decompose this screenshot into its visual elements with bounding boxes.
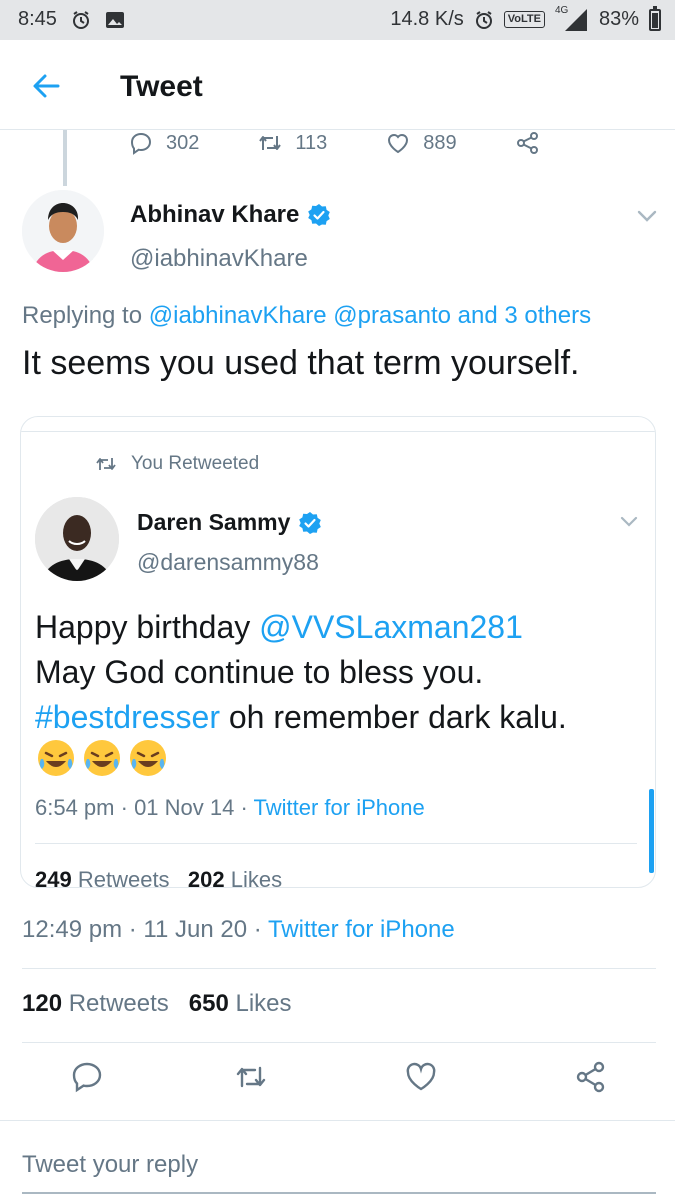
quoted-tweet-stats: 249 Retweets 202 Likes: [35, 867, 283, 888]
chevron-down-icon[interactable]: [634, 206, 660, 226]
quoted-like-count: 202: [187, 867, 225, 888]
quoted-likes-stat[interactable]: 202 Likes: [187, 867, 283, 888]
tweet-date: 11 Jun 20: [143, 916, 248, 943]
reply-bubble-icon[interactable]: [70, 1060, 104, 1094]
like-count: 650: [188, 990, 229, 1017]
status-bar: 8:45 14.8 K/s VoLTE 4G 83%: [0, 0, 675, 40]
author-name-text: Abhinav Khare: [130, 201, 300, 228]
divider: [35, 843, 637, 844]
prev-reply-button[interactable]: 302: [128, 130, 199, 156]
quoted-retweet-count: 249: [35, 867, 72, 888]
author-name[interactable]: Abhinav Khare: [130, 201, 331, 229]
retweeted-label: You Retweeted: [131, 453, 260, 474]
likes-label: Likes: [235, 990, 292, 1017]
prev-like-count: 889: [423, 131, 457, 154]
quoted-author-name-text: Daren Sammy: [137, 509, 291, 535]
tweet-meta: 12:49 pm · 11 Jun 20 · Twitter for iPhon…: [22, 916, 455, 943]
quoted-tweet-meta: 6:54 pm · 01 Nov 14 · Twitter for iPhone: [35, 795, 425, 820]
laughing-tears-emoji-icon: [38, 740, 74, 776]
verified-badge-icon: [308, 204, 331, 226]
quoted-retweets-stat[interactable]: 249 Retweets: [35, 867, 170, 888]
back-arrow-icon[interactable]: [28, 68, 64, 104]
verified-badge-icon: [299, 511, 322, 534]
retweeted-indicator: You Retweeted: [95, 453, 259, 475]
quoted-tweet-card[interactable]: You Retweeted Daren Sammy @darensammy88 …: [20, 416, 656, 888]
quoted-date: 01 Nov 14: [134, 795, 235, 820]
retweet-icon: [96, 458, 116, 470]
tweet-stats: 120 Retweets 650 Likes: [22, 990, 292, 1018]
scrollbar[interactable]: [649, 789, 654, 873]
tweet-action-bar: [0, 1060, 675, 1104]
quoted-retweets-label: Retweets: [77, 867, 170, 888]
alarm-icon: [72, 10, 89, 29]
top-app-bar: Tweet: [0, 40, 675, 130]
battery-percent: 83%: [598, 8, 639, 30]
replying-to-prefix: Replying to: [22, 302, 149, 329]
laughing-tears-emoji-icon: [130, 740, 166, 776]
retweet-icon: [259, 136, 282, 150]
divider: [22, 1042, 656, 1043]
likes-stat[interactable]: 650 Likes: [189, 990, 292, 1017]
replying-to-line: Replying to @iabhinavKhare @prasanto and…: [22, 302, 591, 330]
prev-reply-count: 302: [166, 131, 200, 154]
previous-tweet-actions: 302 113 889: [128, 128, 599, 158]
retweets-label: Retweets: [68, 990, 169, 1017]
quoted-tweet-text: Happy birthday @VVSLaxman281 May God con…: [35, 605, 645, 740]
reply-input-underline: [22, 1192, 656, 1194]
prev-share-button[interactable]: [515, 130, 541, 156]
quoted-line-2: May God continue to bless you.: [35, 654, 484, 690]
reply-input[interactable]: [0, 1140, 675, 1190]
quoted-author-avatar[interactable]: [35, 497, 119, 581]
heart-icon[interactable]: [404, 1060, 438, 1094]
prev-retweet-count: 113: [295, 131, 328, 154]
tweet-text: It seems you used that term yourself.: [22, 344, 580, 382]
thread-connector-line: [63, 130, 67, 186]
page-title: Tweet: [120, 70, 203, 103]
retweet-count: 120: [22, 990, 63, 1017]
chevron-down-icon[interactable]: [617, 513, 641, 531]
quoted-author-name[interactable]: Daren Sammy: [137, 509, 322, 536]
replying-to-mentions[interactable]: @iabhinavKhare @prasanto and 3 others: [149, 302, 591, 329]
divider: [22, 968, 656, 969]
quoted-line-3-rest: oh remember dark kalu.: [219, 699, 567, 735]
hashtag-link[interactable]: #bestdresser: [35, 699, 220, 735]
quoted-time: 6:54 pm: [35, 795, 115, 820]
share-icon[interactable]: [574, 1060, 608, 1094]
quoted-line-1-prefix: Happy birthday: [35, 609, 260, 645]
tweet-client-link[interactable]: Twitter for iPhone: [268, 916, 455, 943]
quoted-line-1: Happy birthday @VVSLaxman281: [35, 605, 645, 650]
avatar[interactable]: [22, 190, 104, 272]
quoted-likes-label: Likes: [230, 867, 283, 888]
network-speed: 14.8 K/s: [390, 8, 464, 30]
mention-link[interactable]: @VVSLaxman281: [259, 609, 523, 645]
signal-icon: 4G: [555, 5, 589, 31]
tweet-time: 12:49 pm: [22, 916, 123, 943]
retweets-stat[interactable]: 120 Retweets: [22, 990, 169, 1017]
image-notification-icon: [105, 11, 124, 28]
retweet-icon[interactable]: [234, 1060, 268, 1094]
prev-like-button[interactable]: 889: [385, 130, 457, 156]
share-icon: [516, 132, 538, 154]
alarm-icon: [475, 10, 492, 29]
emoji-row: [35, 737, 169, 779]
card-divider: [21, 431, 655, 432]
quoted-client-link[interactable]: Twitter for iPhone: [254, 795, 425, 820]
reply-bubble-icon: [130, 132, 152, 155]
battery-icon: [649, 5, 661, 31]
author-handle[interactable]: @iabhinavKhare: [130, 245, 308, 273]
heart-icon: [388, 134, 409, 154]
prev-retweet-button[interactable]: 113: [257, 130, 327, 156]
status-time: 8:45: [18, 8, 57, 30]
quoted-line-3: #bestdresser oh remember dark kalu.: [35, 695, 645, 740]
divider: [0, 1120, 675, 1121]
volte-badge: VoLTE: [503, 11, 545, 28]
quoted-author-handle[interactable]: @darensammy88: [137, 549, 319, 576]
laughing-tears-emoji-icon: [84, 740, 120, 776]
